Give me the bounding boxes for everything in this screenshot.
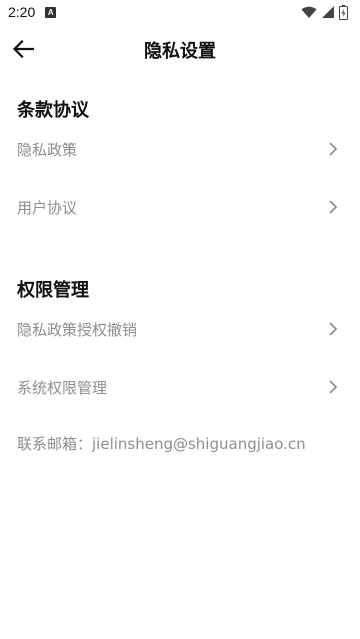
status-time: 2:20 bbox=[8, 4, 36, 20]
page-title: 隐私设置 bbox=[144, 41, 216, 62]
status-right bbox=[301, 4, 348, 20]
chevron-right-icon bbox=[329, 200, 338, 214]
chevron-right-icon bbox=[329, 322, 338, 336]
list-item-label: 系统权限管理 bbox=[17, 379, 108, 397]
chevron-right-icon bbox=[329, 142, 338, 156]
list-item-label: 隐私政策授权撤销 bbox=[17, 321, 138, 339]
list-item-user-agreement[interactable]: 用户协议 bbox=[0, 185, 360, 229]
list-item-revoke-privacy-authorization[interactable]: 隐私政策授权撤销 bbox=[0, 307, 360, 351]
status-bar: 2:20 A bbox=[0, 0, 360, 24]
list-item-privacy-policy[interactable]: 隐私政策 bbox=[0, 127, 360, 171]
status-left: 2:20 A bbox=[8, 4, 57, 20]
list-item-label: 隐私政策 bbox=[17, 141, 78, 159]
list-item-system-permissions[interactable]: 系统权限管理 bbox=[0, 365, 360, 409]
wifi-icon bbox=[301, 6, 317, 18]
app-notification-icon: A bbox=[45, 6, 57, 18]
section-title-terms: 条款协议 bbox=[17, 100, 89, 121]
signal-icon bbox=[322, 6, 334, 18]
list-item-label: 用户协议 bbox=[17, 199, 78, 217]
battery-icon bbox=[339, 4, 348, 20]
chevron-right-icon bbox=[329, 380, 338, 394]
contact-email: 联系邮箱：jielinsheng@shiguangjiao.cn bbox=[17, 435, 306, 453]
section-title-permissions: 权限管理 bbox=[17, 280, 89, 301]
app-bar: 隐私设置 bbox=[0, 24, 360, 72]
